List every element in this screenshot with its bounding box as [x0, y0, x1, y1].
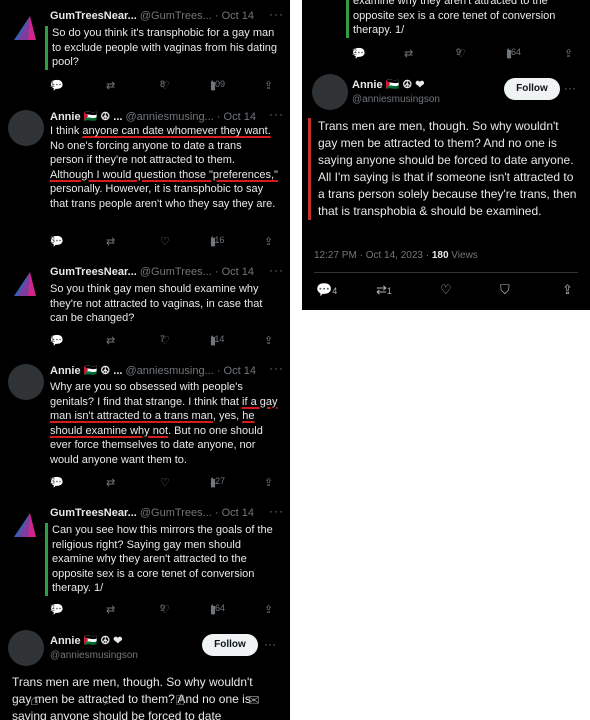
tweet-actions: 💬 1 ⇄ ♡ 7 ▮ 114 ⇪	[50, 334, 274, 347]
author-handle[interactable]: @GumTrees...	[140, 10, 212, 22]
tweet-date[interactable]: Oct 14	[222, 10, 254, 22]
author-name[interactable]: Annie 🇵🇸 ☮ ❤	[352, 78, 425, 91]
tweet-date[interactable]: Oct 14	[224, 111, 256, 123]
tweet-actions: 💬 3 ⇄ ♡ ▮ 116 ⇪	[50, 235, 274, 248]
more-icon[interactable]: ···	[269, 364, 284, 375]
retweet-icon[interactable]: ⇄1	[376, 282, 392, 298]
avatar-gumtrees[interactable]	[8, 266, 44, 302]
tweet-text: So do you think it's transphobic for a g…	[45, 26, 284, 70]
more-icon[interactable]: ···	[269, 10, 284, 21]
author-name[interactable]: Annie 🇵🇸 ☮ ❤	[50, 634, 123, 647]
tweet-gumtrees-3[interactable]: GumTreesNear... @GumTrees... · Oct 14 ··…	[0, 507, 290, 621]
author-name[interactable]: Annie 🇵🇸 ☮ ...	[50, 365, 122, 377]
more-icon[interactable]: ···	[269, 507, 284, 518]
tweet-annie-1[interactable]: Annie 🇵🇸 ☮ ... @anniesmusing... · Oct 14…	[0, 110, 290, 258]
tweet-actions: 💬 2 ⇄ ♡ 9 ▮ 164 ⇪	[352, 47, 574, 60]
author-handle[interactable]: @anniesmusing...	[126, 111, 214, 123]
follow-button[interactable]: Follow	[202, 634, 258, 656]
tweet-text: Why are you so obsessed with people's ge…	[50, 381, 278, 466]
author-handle[interactable]: @anniesmusingson	[50, 650, 138, 661]
main-tweet-partial[interactable]: Annie 🇵🇸 ☮ ❤ @anniesmusingson Follow ···…	[0, 630, 290, 720]
right-screenshot-panel: examine why they aren't attracted to the…	[302, 0, 590, 310]
views-count: 180	[431, 250, 449, 261]
reply-icon[interactable]: 💬4	[316, 282, 337, 298]
messages-icon[interactable]: ✉	[248, 692, 260, 709]
tweet-actions: 💬 2 ⇄ ♡ 9 ▮ 164 ⇪	[50, 603, 274, 616]
tweet-actions: 💬 3 ⇄ ♡ ▮ 127 ⇪	[50, 476, 274, 489]
more-icon[interactable]: ···	[564, 81, 576, 95]
avatar-annie[interactable]	[312, 74, 348, 110]
timestamp[interactable]: 12:27 PM · Oct 14, 2023 ·	[314, 250, 432, 261]
author-name[interactable]: Annie 🇵🇸 ☮ ...	[50, 111, 122, 123]
tweet-text: So you think gay men should examine why …	[50, 283, 263, 324]
tweet-annie-2[interactable]: Annie 🇵🇸 ☮ ... @anniesmusing... · Oct 14…	[0, 364, 290, 498]
avatar-gumtrees[interactable]	[8, 507, 44, 543]
tweet-header: Annie 🇵🇸 ☮ ... @anniesmusing... · Oct 14…	[50, 110, 284, 124]
tweet-gumtrees-1[interactable]: GumTreesNear... @GumTrees... · Oct 14 ··…	[0, 10, 290, 100]
tweet-date[interactable]: Oct 14	[224, 365, 256, 377]
author-handle[interactable]: @anniesmusingson	[352, 94, 440, 105]
tweet-text: I think anyone can date whomever they wa…	[50, 125, 278, 210]
tweet-date[interactable]: Oct 14	[222, 266, 254, 278]
tweet-gumtrees-2[interactable]: GumTreesNear... @GumTrees... · Oct 14 ··…	[0, 266, 290, 356]
notifications-icon[interactable]: ⍰	[176, 692, 184, 709]
avatar-gumtrees[interactable]	[8, 10, 44, 46]
author-handle[interactable]: @GumTrees...	[140, 266, 212, 278]
tweet-meta: 12:27 PM · Oct 14, 2023 · 180 Views	[314, 250, 478, 261]
home-icon[interactable]: ⌂	[30, 692, 38, 708]
heart-icon[interactable]: ♡	[440, 282, 452, 298]
divider	[314, 272, 578, 273]
tweet-header: GumTreesNear... @GumTrees... · Oct 14 ··…	[50, 507, 284, 521]
search-icon[interactable]: ⌕	[104, 692, 112, 709]
tweet-actions: 💬 1 ⇄ ♡ 8 ▮ 109 ⇪	[50, 79, 274, 92]
main-actions: 💬4 ⇄1 ♡ ⛉ ⇪	[316, 282, 582, 302]
avatar-annie[interactable]	[8, 630, 44, 666]
share-icon[interactable]: ⇪	[562, 282, 573, 298]
tweet-date[interactable]: Oct 14	[222, 507, 254, 519]
avatar-annie[interactable]	[8, 364, 44, 400]
more-icon[interactable]: ···	[264, 637, 276, 651]
bottom-nav-overlay: ⌂ ⌕ ⍰ ✉	[0, 688, 290, 720]
tweet-header: Annie 🇵🇸 ☮ ... @anniesmusing... · Oct 14…	[50, 364, 284, 378]
author-handle[interactable]: @anniesmusing...	[126, 365, 214, 377]
author-name[interactable]: GumTreesNear...	[50, 507, 137, 519]
more-icon[interactable]: ···	[269, 110, 284, 121]
tweet-text: Can you see how this mirrors the goals o…	[45, 523, 284, 596]
main-tweet-text: Trans men are men, though. So why wouldn…	[308, 118, 580, 220]
author-name[interactable]: GumTreesNear...	[50, 266, 137, 278]
tweet-header: GumTreesNear... @GumTrees... · Oct 14 ··…	[50, 266, 284, 280]
left-screenshot-panel: GumTreesNear... @GumTrees... · Oct 14 ··…	[0, 0, 290, 720]
author-name[interactable]: GumTreesNear...	[50, 10, 137, 22]
follow-button[interactable]: Follow	[504, 78, 560, 100]
bookmark-icon[interactable]: ⛉	[500, 282, 510, 298]
tweet-header: GumTreesNear... @GumTrees... · Oct 14 ··…	[50, 10, 284, 24]
tweet-text-partial: examine why they aren't attracted to the…	[346, 0, 585, 38]
author-handle[interactable]: @GumTrees...	[140, 507, 212, 519]
avatar-annie[interactable]	[8, 110, 44, 146]
more-icon[interactable]: ···	[269, 266, 284, 277]
